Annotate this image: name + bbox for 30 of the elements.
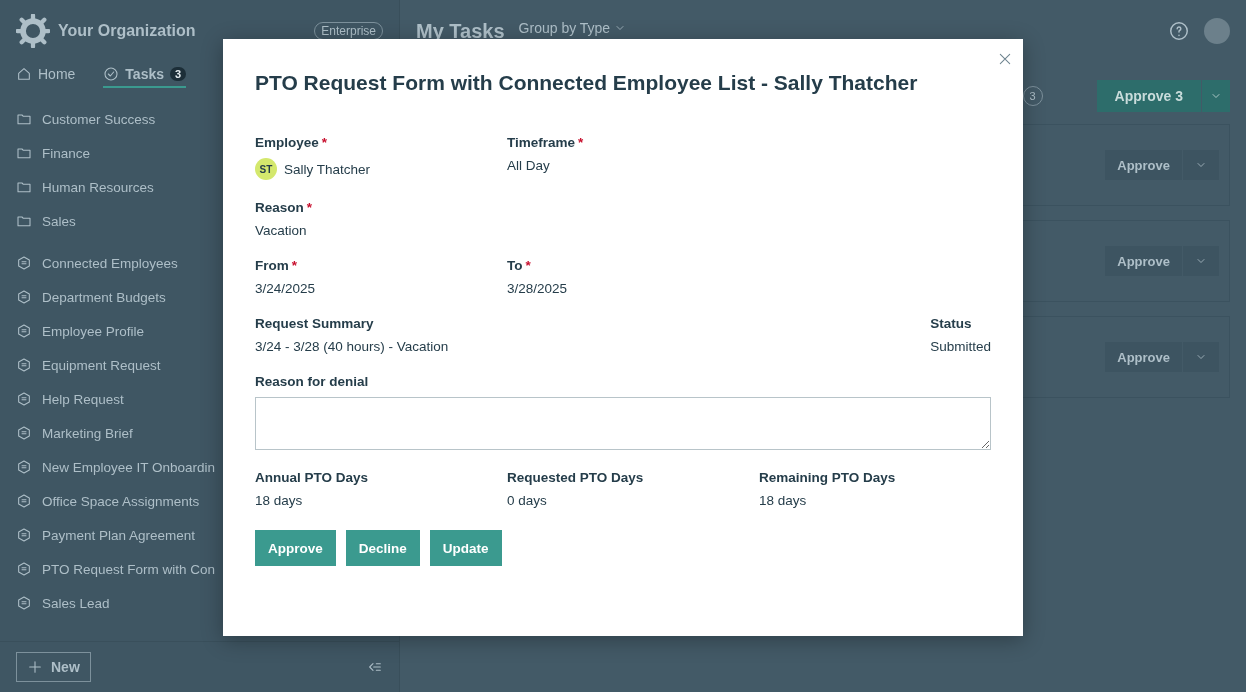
required-mark: * <box>578 135 584 150</box>
field-value: 3/24 - 3/28 (40 hours) - Vacation <box>255 339 449 354</box>
field-value: 0 days <box>507 493 547 508</box>
field-label: Reason <box>255 200 304 215</box>
field-label: Annual PTO Days <box>255 470 369 485</box>
field-value: All Day <box>507 158 550 173</box>
count-badge: 3 <box>170 67 187 81</box>
field-label: From <box>255 258 289 273</box>
field-value: Vacation <box>255 223 307 238</box>
field-value: 3/24/2025 <box>255 281 316 296</box>
field-label: Reason for denial <box>255 374 369 389</box>
field-value: Submitted <box>930 339 991 354</box>
field-label: Status <box>930 316 972 331</box>
modal-title: PTO Request Form with Connected Employee List - Sally Thatcher <box>255 71 919 95</box>
initials-avatar: ST <box>255 158 277 180</box>
org-name: Your Organization <box>58 22 197 40</box>
field-label: To <box>507 258 523 273</box>
required-mark: * <box>321 135 328 150</box>
field-label: Timeframe <box>507 135 576 150</box>
field-value: Sally Thatcher <box>284 161 371 177</box>
field-value: 18 days <box>255 493 303 508</box>
required-mark: * <box>291 258 297 273</box>
field-label: Requested PTO Days <box>507 470 644 485</box>
field-label: Request Summary <box>255 316 374 331</box>
required-mark: * <box>525 258 531 273</box>
required-mark: * <box>306 200 313 215</box>
field-value: 18 days <box>759 493 807 508</box>
field-label: Employee <box>255 135 319 150</box>
field-label: Remaining PTO Days <box>759 470 896 485</box>
field-value: 3/28/2025 <box>507 281 568 296</box>
